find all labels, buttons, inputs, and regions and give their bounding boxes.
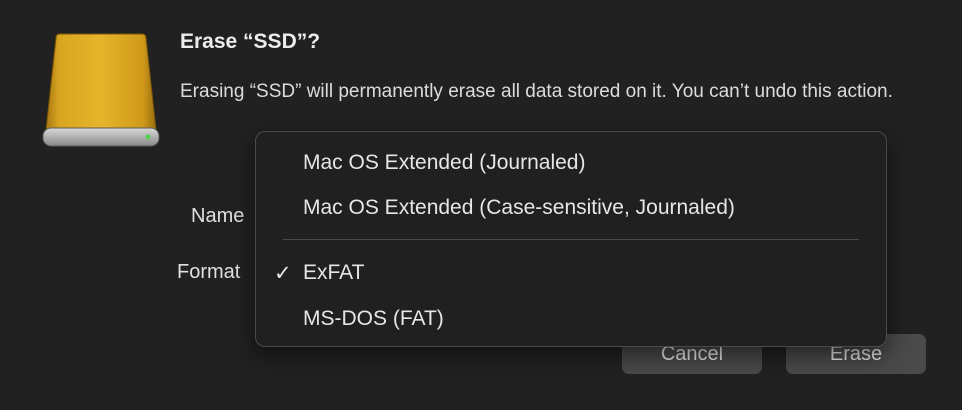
format-label: Format <box>177 261 241 283</box>
menu-item-mac-os-extended-case-sensitive[interactable]: Mac OS Extended (Case-sensitive, Journal… <box>256 190 886 226</box>
erase-dialog: Erase “SSD”? Erasing “SSD” will permanen… <box>0 0 962 410</box>
external-drive-icon <box>38 30 164 156</box>
menu-item-mac-os-extended-journaled[interactable]: Mac OS Extended (Journaled) <box>256 145 886 181</box>
menu-item-exfat[interactable]: ✓ ExFAT <box>256 255 886 291</box>
menu-separator <box>283 239 859 240</box>
dialog-message: Erasing “SSD” will permanently erase all… <box>180 81 893 102</box>
format-popup-menu: Mac OS Extended (Journaled) Mac OS Exten… <box>255 131 887 347</box>
menu-item-label: Mac OS Extended (Journaled) <box>303 151 586 174</box>
menu-item-label: Mac OS Extended (Case-sensitive, Journal… <box>303 196 735 219</box>
menu-item-ms-dos-fat[interactable]: MS-DOS (FAT) <box>256 301 886 337</box>
menu-item-label: ExFAT <box>303 261 365 284</box>
dialog-title: Erase “SSD”? <box>180 30 321 53</box>
checkmark-icon: ✓ <box>274 261 292 285</box>
menu-item-label: MS-DOS (FAT) <box>303 307 444 330</box>
name-label: Name <box>191 205 245 227</box>
